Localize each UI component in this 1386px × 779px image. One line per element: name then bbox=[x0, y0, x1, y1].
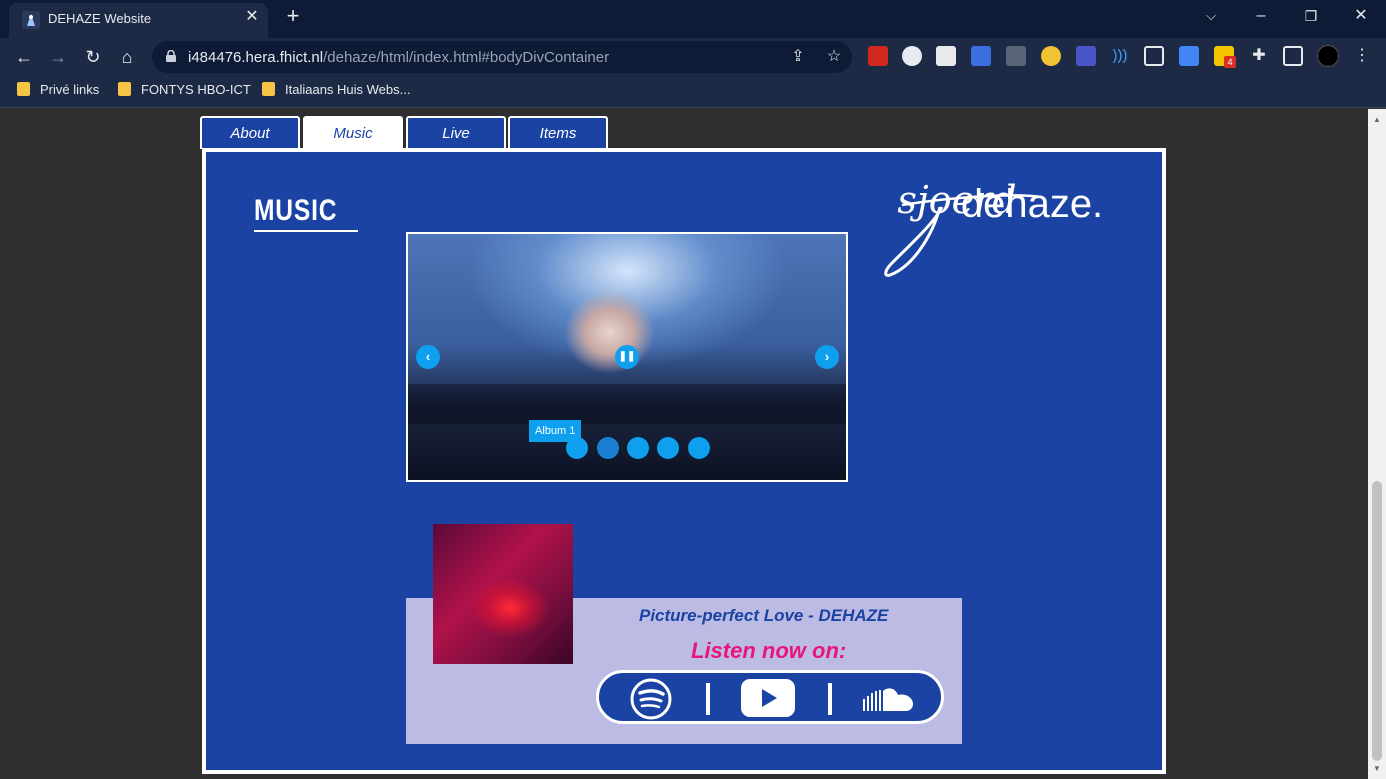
folder-icon bbox=[118, 82, 131, 96]
minimize-button[interactable]: – bbox=[1246, 4, 1276, 28]
slide-image-piano bbox=[408, 384, 846, 424]
scroll-down-arrow-icon[interactable]: ▼ bbox=[1372, 764, 1382, 774]
folder-icon bbox=[262, 82, 275, 96]
music-panel: MUSIC dehaze. sjoerd ‹ ❚❚ › Album 1 Pict… bbox=[202, 148, 1166, 774]
tab-search-chevron-icon[interactable]: ⌵ bbox=[1196, 4, 1226, 28]
screen-record-extension-icon[interactable] bbox=[971, 46, 991, 66]
pdf-extension-icon[interactable] bbox=[868, 46, 888, 66]
scrollbar-thumb[interactable] bbox=[1372, 481, 1382, 761]
extension-badge: 4 bbox=[1224, 56, 1236, 68]
lock-icon bbox=[166, 50, 176, 62]
browser-toolbar: ← → ↻ ⌂ i484476.hera.fhict.nl/dehaze/htm… bbox=[0, 38, 1386, 76]
close-tab-icon[interactable]: ✕ bbox=[243, 8, 261, 26]
menu-kebab-icon[interactable]: ⋮ bbox=[1352, 46, 1372, 66]
address-bar[interactable]: i484476.hera.fhict.nl/dehaze/html/index.… bbox=[152, 41, 852, 73]
prev-slide-button[interactable]: ‹ bbox=[416, 345, 440, 369]
page-scrollbar[interactable]: ▲ ▼ bbox=[1368, 109, 1386, 779]
share-icon[interactable]: ⇪ bbox=[788, 47, 808, 67]
listen-now-label: Listen now on: bbox=[691, 638, 847, 663]
slide-dot[interactable] bbox=[566, 437, 588, 459]
nav-tab-items[interactable]: Items bbox=[508, 116, 608, 149]
translate-extension-icon[interactable] bbox=[1179, 46, 1199, 66]
pen-extension-icon[interactable] bbox=[1006, 46, 1026, 66]
url-text: i484476.hera.fhict.nl/dehaze/html/index.… bbox=[188, 49, 609, 66]
bookmark-folder-fontys[interactable]: FONTYS HBO-ICT bbox=[118, 82, 251, 102]
url-path: /dehaze/html/index.html#bodyDivContainer bbox=[323, 49, 610, 66]
archive-extension-icon[interactable] bbox=[1144, 46, 1164, 66]
platform-divider bbox=[706, 683, 710, 715]
reload-icon[interactable]: ↻ bbox=[79, 43, 107, 71]
folder-icon bbox=[17, 82, 30, 96]
soundcloud-icon[interactable] bbox=[861, 685, 915, 713]
slide-dot[interactable] bbox=[627, 437, 649, 459]
browser-titlebar: DEHAZE Website ✕ + ⌵ – ❐ ✕ bbox=[0, 0, 1386, 38]
tab-title: DEHAZE Website bbox=[48, 11, 152, 26]
url-host: i484476.hera.fhict.nl bbox=[188, 49, 324, 66]
puzzle-extensions-icon[interactable]: ✚ bbox=[1249, 46, 1269, 66]
grammar-extension-icon[interactable] bbox=[902, 46, 922, 66]
nav-tab-music[interactable]: Music bbox=[303, 116, 403, 149]
slide-dot[interactable] bbox=[657, 437, 679, 459]
profile-avatar[interactable] bbox=[1317, 45, 1339, 67]
youtube-icon[interactable] bbox=[741, 679, 795, 717]
scroll-up-arrow-icon[interactable]: ▲ bbox=[1372, 115, 1382, 125]
title-underline bbox=[254, 230, 358, 232]
bookmark-label: Italiaans Huis Webs... bbox=[285, 82, 411, 97]
slide-dot[interactable] bbox=[688, 437, 710, 459]
t-extension-icon[interactable]: 4 bbox=[1214, 46, 1236, 68]
restore-button[interactable]: ❐ bbox=[1296, 4, 1326, 28]
home-icon[interactable]: ⌂ bbox=[113, 43, 141, 71]
page-viewport: About Music Live Items MUSIC dehaze. sjo… bbox=[0, 109, 1368, 779]
site-favicon-icon bbox=[22, 11, 40, 29]
slide-dot[interactable] bbox=[597, 437, 619, 459]
audio-extension-icon[interactable]: ))) bbox=[1110, 46, 1130, 66]
page-title: MUSIC bbox=[254, 194, 338, 227]
album-title: Picture-perfect Love - DEHAZE bbox=[639, 606, 889, 625]
back-arrow-icon[interactable]: ← bbox=[10, 43, 38, 71]
side-panel-icon[interactable] bbox=[1283, 46, 1303, 66]
bookmark-star-icon[interactable]: ☆ bbox=[824, 47, 844, 67]
close-window-button[interactable]: ✕ bbox=[1346, 4, 1376, 28]
bookmarks-bar: Privé links FONTYS HBO-ICT Italiaans Hui… bbox=[0, 76, 1386, 108]
sync-extension-icon[interactable] bbox=[936, 46, 956, 66]
bookmark-label: FONTYS HBO-ICT bbox=[141, 82, 251, 97]
forward-arrow-icon[interactable]: → bbox=[44, 43, 72, 71]
new-tab-button[interactable]: + bbox=[282, 5, 304, 29]
album-cover-image bbox=[433, 524, 573, 664]
logo-strike-word: sjoerd bbox=[897, 178, 1016, 222]
emoji-extension-icon[interactable] bbox=[1041, 46, 1061, 66]
platform-divider bbox=[828, 683, 832, 715]
dehaze-logo: dehaze. sjoerd bbox=[884, 178, 1103, 277]
album-slider[interactable]: ‹ ❚❚ › Album 1 bbox=[406, 232, 848, 482]
bookmark-label: Privé links bbox=[40, 82, 100, 97]
next-slide-button[interactable]: › bbox=[815, 345, 839, 369]
spotify-icon[interactable] bbox=[629, 677, 673, 721]
bookmark-folder-prive[interactable]: Privé links bbox=[17, 82, 99, 102]
bookmark-folder-italiaans[interactable]: Italiaans Huis Webs... bbox=[262, 82, 410, 102]
browser-tab[interactable]: DEHAZE Website ✕ bbox=[9, 3, 268, 38]
streaming-platforms-bar bbox=[596, 670, 944, 724]
nav-tab-about[interactable]: About bbox=[200, 116, 300, 149]
nav-tab-live[interactable]: Live bbox=[406, 116, 506, 149]
wand-extension-icon[interactable] bbox=[1076, 46, 1096, 66]
pause-slide-button[interactable]: ❚❚ bbox=[615, 345, 639, 369]
